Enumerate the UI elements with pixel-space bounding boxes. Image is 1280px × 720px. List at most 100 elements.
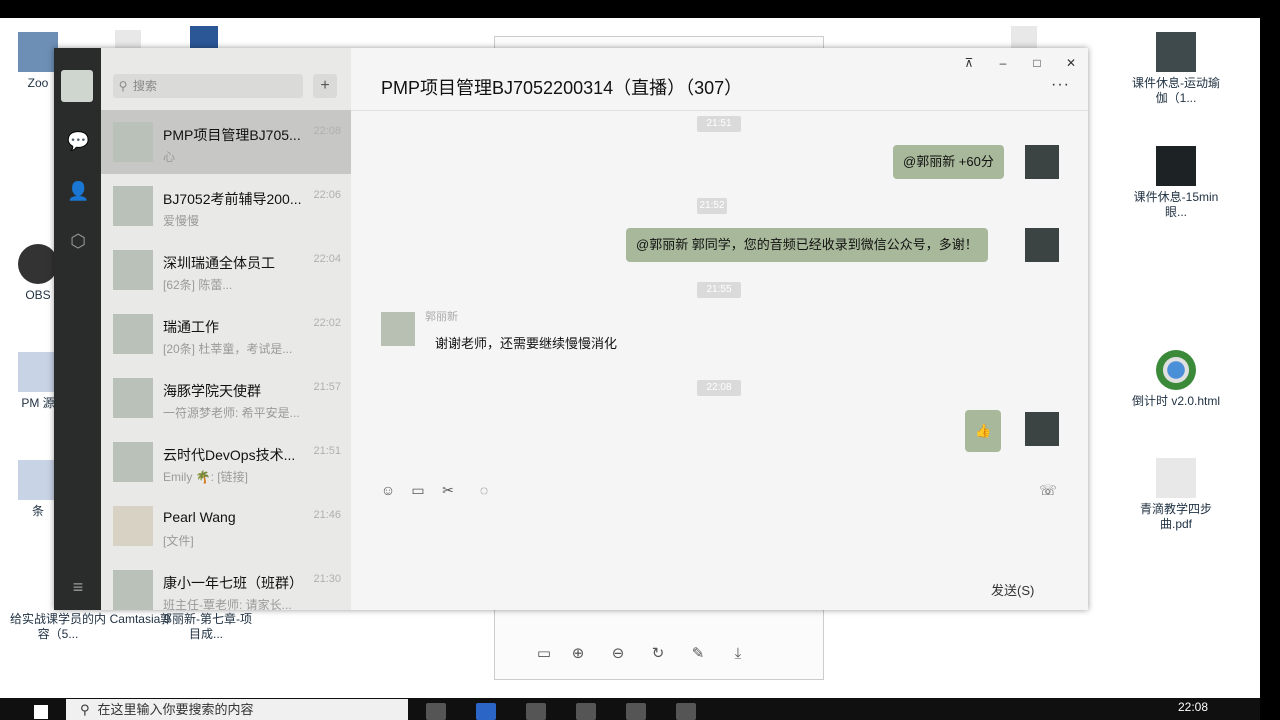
chat-item[interactable]: 瑞通工作 22:02 [20条] 杜莘童，考试是... <box>101 302 351 366</box>
chat-name: BJ7052考前辅导200... <box>163 191 302 207</box>
minimize-icon[interactable]: – <box>995 56 1011 70</box>
chat-time: 22:06 <box>313 189 341 201</box>
sender-avatar <box>381 312 415 346</box>
taskbar-app-icon[interactable] <box>526 703 546 720</box>
taskbar-app-icon[interactable] <box>676 703 696 720</box>
folder-icon[interactable]: ▭ <box>409 481 427 499</box>
my-avatar[interactable] <box>61 70 93 102</box>
chat-preview: Emily 🌴: [链接] <box>163 470 248 484</box>
taskbar-app-icon[interactable] <box>476 703 496 720</box>
desktop-icon-eye-video[interactable]: 课件休息-15min眼... <box>1128 146 1224 220</box>
chat-time: 22:02 <box>313 317 341 329</box>
chat-item[interactable]: PMP项目管理BJ705... 22:08 心 <box>101 110 351 174</box>
chat-time: 21:30 <box>313 573 341 585</box>
zoom-app-icon <box>18 32 58 72</box>
message-bubble-self[interactable]: @郭丽新 +60分 <box>893 145 1004 179</box>
desktop-icon-pdf[interactable]: 青滴教学四步曲.pdf <box>1128 458 1224 532</box>
video-file-icon <box>1156 146 1196 186</box>
desktop-icon-label: 郭丽新-第七章-项目成... <box>160 612 252 641</box>
scissors-icon[interactable]: ✂ <box>439 481 457 499</box>
user-avatar <box>113 506 153 546</box>
timestamp: 21:52 <box>697 198 727 214</box>
zoom-out-icon[interactable]: ⊖ <box>609 645 627 663</box>
self-avatar <box>1025 228 1059 262</box>
taskbar-app-icon[interactable] <box>576 703 596 720</box>
chat-time: 22:08 <box>313 125 341 137</box>
rotate-icon[interactable]: ▭ <box>535 645 553 663</box>
chat-preview: [62条] 陈蕾... <box>163 278 233 292</box>
wechat-nav-bar: 💬 👤 ⬡ ≡ <box>54 48 101 610</box>
desktop-icon-label: 倒计时 v2.0.html <box>1131 394 1221 408</box>
desktop-icon-countdown[interactable]: 倒计时 v2.0.html <box>1128 350 1224 409</box>
message-bubble-self[interactable]: 👍 <box>965 410 1002 452</box>
group-avatar <box>113 570 153 610</box>
image-viewer-toolbar: ▭ ⊕ ⊖ ↻ ✎ ⤓ <box>495 623 823 679</box>
message-bubble-other[interactable]: 谢谢老师，还需要继续慢慢消化 <box>425 327 628 361</box>
chat-time: 22:04 <box>313 253 341 265</box>
zoom-in-icon[interactable]: ⊕ <box>569 645 587 663</box>
rotate-right-icon[interactable]: ↻ <box>649 645 667 663</box>
add-chat-button[interactable]: + <box>313 74 337 98</box>
chat-name: 瑞通工作 <box>163 319 219 335</box>
taskbar-clock[interactable]: 22:08 <box>1178 700 1208 714</box>
desktop-icon-yoga-video[interactable]: 课件休息-运动瑜伽（1... <box>1128 32 1224 106</box>
right-black-bar <box>1260 0 1280 720</box>
group-avatar <box>113 314 153 354</box>
group-avatar <box>113 186 153 226</box>
chat-name: 云时代DevOps技术... <box>163 447 296 463</box>
chat-item[interactable]: Pearl Wang 21:46 [文件] <box>101 494 351 558</box>
taskbar-search-placeholder: 在这里输入你要搜索的内容 <box>97 702 254 717</box>
chat-item[interactable]: 海豚学院天使群 21:57 一符源梦老师: 希平安是... <box>101 366 351 430</box>
menu-icon[interactable]: ≡ <box>67 576 89 598</box>
emoji-icon[interactable]: ☺ <box>379 481 397 499</box>
self-avatar <box>1025 412 1059 446</box>
taskbar-app-icon[interactable] <box>426 703 446 720</box>
message-bubble-self[interactable]: @郭丽新 郭同学，您的音频已经收录到微信公众号，多谢！ <box>626 228 988 262</box>
conversation-panel: ⊼ – □ ✕ PMP项目管理BJ7052200314（直播）（307） ···… <box>351 48 1088 610</box>
self-avatar <box>1025 145 1059 179</box>
edit-icon[interactable]: ✎ <box>689 645 707 663</box>
chat-item[interactable]: 深圳瑞通全体员工 22:04 [62条] 陈蕾... <box>101 238 351 302</box>
search-icon: ⚲ <box>80 702 90 717</box>
desktop: Zoo OBS PM 源 条 课件休息-运动瑜伽（1... 课件休息-15min… <box>0 0 1280 720</box>
chat-icon[interactable]: 💬 <box>67 130 89 152</box>
pin-icon[interactable]: ⊼ <box>961 56 977 70</box>
group-avatar <box>113 378 153 418</box>
document-icon <box>18 352 58 392</box>
desktop-icon-label: 课件休息-运动瑜伽（1... <box>1132 76 1220 105</box>
chat-preview: 班主任-覃老师: 请家长... <box>163 598 292 610</box>
favorites-icon[interactable]: ⬡ <box>67 230 89 252</box>
timestamp: 21:51 <box>697 116 741 132</box>
close-icon[interactable]: ✕ <box>1063 56 1079 70</box>
chat-list-panel: ⚲ 搜索 + PMP项目管理BJ705... 22:08 心 BJ7052考前辅导… <box>101 48 351 610</box>
windows-start-icon[interactable] <box>34 705 48 719</box>
chat-history-icon[interactable]: ◌ <box>475 481 493 499</box>
wechat-window: 💬 👤 ⬡ ≡ ⚲ 搜索 + PMP项目管理BJ705... 22:08 心 BJ… <box>54 48 1088 610</box>
group-avatar <box>113 442 153 482</box>
desktop-icon-label: Zoo <box>27 76 49 90</box>
desktop-icon-chapter7[interactable]: 郭丽新-第七章-项目成... <box>158 612 254 642</box>
chat-item[interactable]: BJ7052考前辅导200... 22:06 爱慢慢 <box>101 174 351 238</box>
chat-item[interactable]: 云时代DevOps技术... 21:51 Emily 🌴: [链接] <box>101 430 351 494</box>
chat-name: 深圳瑞通全体员工 <box>163 255 275 271</box>
more-options-button[interactable]: ··· <box>1051 76 1070 94</box>
document-icon <box>18 460 58 500</box>
maximize-icon[interactable]: □ <box>1029 56 1045 70</box>
group-avatar <box>113 250 153 290</box>
taskbar-app-icon[interactable] <box>626 703 646 720</box>
chat-item[interactable]: 康小一年七班（班群） 21:30 班主任-覃老师: 请家长... <box>101 558 351 610</box>
search-placeholder: 搜索 <box>133 79 158 93</box>
chat-preview: [文件] <box>163 534 194 548</box>
chat-time: 21:46 <box>313 509 341 521</box>
call-icon[interactable]: ☏ <box>1039 481 1057 499</box>
send-button[interactable]: 发送(S) <box>991 580 1034 599</box>
search-input[interactable]: ⚲ 搜索 <box>113 74 303 98</box>
download-icon[interactable]: ⤓ <box>729 645 747 663</box>
taskbar-search-input[interactable]: ⚲ 在这里输入你要搜索的内容 <box>66 699 408 720</box>
chat-preview: [20条] 杜莘童，考试是... <box>163 342 293 356</box>
obs-app-icon <box>18 244 58 284</box>
contacts-icon[interactable]: 👤 <box>67 180 89 202</box>
chat-preview: 爱慢慢 <box>163 214 200 228</box>
desktop-icon-label: 条 <box>31 504 44 518</box>
chat-name: Pearl Wang <box>163 509 236 525</box>
